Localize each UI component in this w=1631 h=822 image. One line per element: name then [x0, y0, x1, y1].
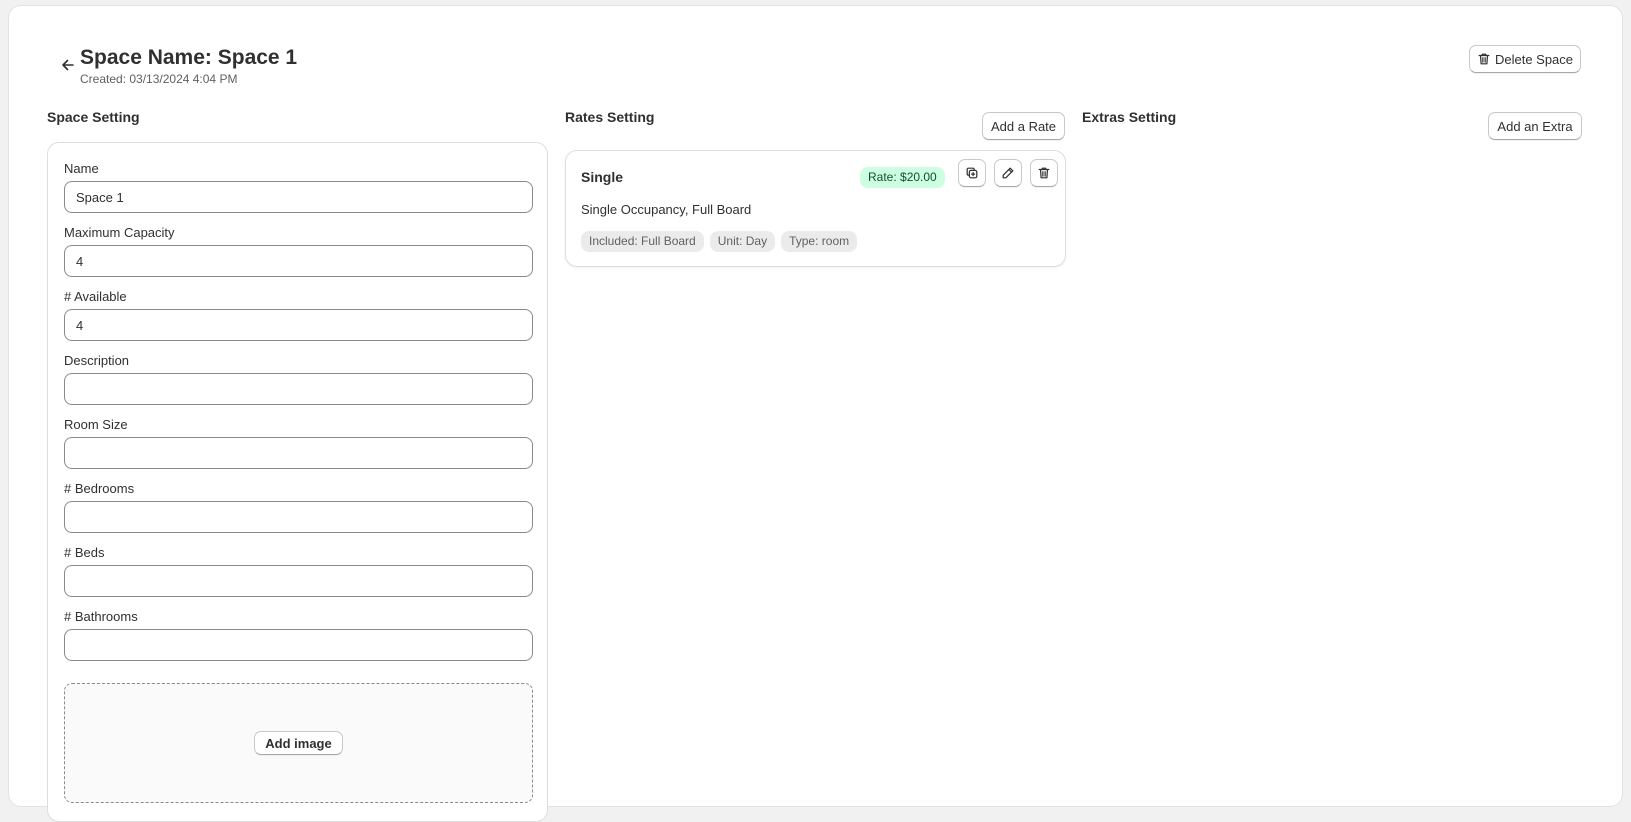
created-timestamp: Created: 03/13/2024 4:04 PM [80, 72, 238, 86]
duplicate-rate-button[interactable] [958, 159, 986, 187]
add-extra-button[interactable]: Add an Extra [1488, 112, 1582, 140]
trash-icon [1037, 166, 1051, 180]
description-label: Description [64, 353, 130, 368]
delete-rate-button[interactable] [1030, 159, 1058, 187]
page-title: Space Name: Space 1 [80, 46, 298, 69]
bedrooms-input[interactable] [64, 501, 533, 533]
rate-tags: Included: Full Board Unit: Day Type: roo… [581, 231, 858, 252]
name-label: Name [64, 161, 99, 176]
bathrooms-input[interactable] [64, 629, 533, 661]
maximum-capacity-input[interactable] [64, 245, 533, 277]
back-button[interactable] [53, 50, 83, 80]
delete-space-label: Delete Space [1494, 51, 1574, 67]
tag-included: Included: Full Board [581, 231, 704, 252]
room-size-input[interactable] [64, 437, 533, 469]
rate-card: Single Rate: $20.00 Single Occupancy, Fu… [565, 150, 1066, 267]
page-card: Space Name: Space 1 Created: 03/13/2024 … [9, 6, 1622, 822]
beds-input[interactable] [64, 565, 533, 597]
rate-name: Single [581, 169, 624, 185]
available-input[interactable] [64, 309, 533, 341]
space-setting-title: Space Setting [47, 109, 140, 125]
maximum-capacity-label: Maximum Capacity [64, 225, 175, 240]
room-size-label: Room Size [64, 417, 128, 432]
extras-setting-title: Extras Setting [1082, 109, 1177, 125]
bathrooms-label: # Bathrooms [64, 609, 138, 624]
description-input[interactable] [64, 373, 533, 405]
image-dropzone[interactable]: Add image [64, 683, 533, 803]
edit-rate-button[interactable] [994, 159, 1022, 187]
rate-price-badge: Rate: $20.00 [860, 167, 945, 188]
arrow-left-icon [60, 57, 76, 73]
add-image-button[interactable]: Add image [254, 731, 343, 755]
duplicate-icon [965, 166, 979, 180]
tag-unit: Unit: Day [709, 231, 776, 252]
add-rate-button[interactable]: Add a Rate [982, 112, 1065, 140]
name-input[interactable] [64, 181, 533, 213]
rates-setting-title: Rates Setting [565, 109, 655, 125]
delete-space-button[interactable]: Delete Space [1469, 45, 1581, 73]
trash-icon [1477, 52, 1491, 66]
beds-label: # Beds [64, 545, 105, 560]
rate-description: Single Occupancy, Full Board [581, 202, 752, 217]
space-setting-card: Name Maximum Capacity # Available Descri… [47, 142, 548, 822]
bedrooms-label: # Bedrooms [64, 481, 135, 496]
pencil-icon [1001, 166, 1015, 180]
tag-type: Type: room [781, 231, 858, 252]
available-label: # Available [64, 289, 127, 304]
